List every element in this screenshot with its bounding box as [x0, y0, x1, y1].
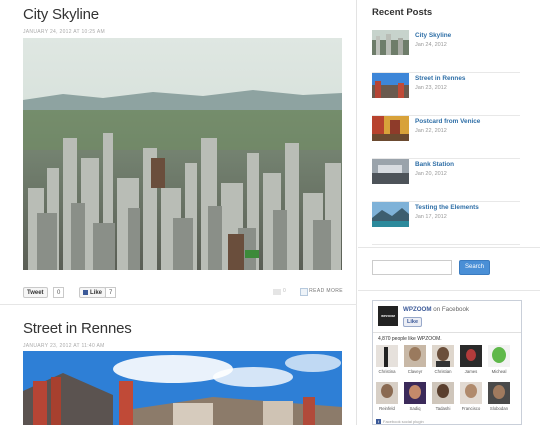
facebook-avatar[interactable] — [376, 382, 398, 404]
facebook-face-name[interactable]: Francisco — [458, 406, 484, 411]
page: City Skyline JANUARY 24, 2012 AT 10:25 A… — [0, 0, 540, 425]
sidebar: Recent Posts City Skyline Jan 24, 2012 S… — [358, 0, 540, 425]
facebook-separator — [373, 332, 521, 333]
facebook-avatar[interactable] — [404, 345, 426, 367]
recent-post-thumbnail[interactable] — [372, 116, 409, 141]
tweet-count: 0 — [53, 287, 65, 298]
facebook-like-box: WPZOOM WPZOOM on Facebook Like 4,870 peo… — [372, 300, 522, 425]
facebook-face-name[interactable]: Christian — [430, 369, 456, 374]
recent-post-date: Jan 22, 2012 — [415, 128, 447, 134]
facebook-avatar[interactable] — [488, 345, 510, 367]
recent-post-item[interactable]: Bank Station Jan 20, 2012 — [372, 159, 520, 202]
recent-post-title[interactable]: Testing the Elements — [415, 204, 479, 211]
like-count: 7 — [105, 287, 117, 298]
post: Street in Rennes JANUARY 23, 2012 AT 11:… — [23, 320, 343, 349]
recent-post-date: Jan 24, 2012 — [415, 42, 447, 48]
search-input[interactable] — [372, 260, 452, 275]
facebook-face-name[interactable]: Slobodan — [486, 406, 512, 411]
recent-post-title[interactable]: Bank Station — [415, 161, 454, 168]
recent-post-thumbnail[interactable] — [372, 30, 409, 55]
facebook-avatar[interactable] — [460, 345, 482, 367]
post-meta: JANUARY 24, 2012 AT 10:25 AM — [23, 29, 105, 35]
recent-post-thumbnail[interactable] — [372, 159, 409, 184]
recent-post-title[interactable]: Street in Rennes — [415, 75, 465, 82]
main-content: City Skyline JANUARY 24, 2012 AT 10:25 A… — [0, 0, 357, 425]
sidebar-divider — [358, 290, 540, 291]
facebook-avatar[interactable] — [432, 382, 454, 404]
comment-count: 0 — [283, 288, 286, 294]
facebook-like-button[interactable]: Like — [79, 287, 107, 298]
wpzoom-logo[interactable]: WPZOOM — [378, 306, 398, 326]
facebook-avatar[interactable] — [432, 345, 454, 367]
sidebar-divider — [358, 247, 540, 248]
facebook-avatar[interactable] — [460, 382, 482, 404]
facebook-face-name[interactable]: Sadiq — [402, 406, 428, 411]
facebook-suffix: on Facebook — [431, 306, 470, 313]
facebook-page-link[interactable]: WPZOOM — [403, 306, 432, 313]
facebook-face-name[interactable]: Micheal — [486, 369, 512, 374]
facebook-face-name[interactable]: Reinfeld — [374, 406, 400, 411]
post-divider — [0, 304, 357, 305]
read-more-link[interactable]: READ MORE — [309, 288, 343, 294]
facebook-icon: f — [376, 419, 381, 425]
facebook-face-name[interactable]: Tadashi — [430, 406, 456, 411]
facebook-face-name[interactable]: James — [458, 369, 484, 374]
post-meta: JANUARY 23, 2012 AT 11:40 AM — [23, 343, 105, 349]
recent-post-thumbnail[interactable] — [372, 73, 409, 98]
post-image-city-skyline[interactable] — [23, 38, 342, 270]
recent-posts-title: Recent Posts — [372, 7, 433, 18]
read-more-icon — [300, 288, 308, 296]
recent-post-item[interactable]: Postcard from Venice Jan 22, 2012 — [372, 116, 520, 159]
comment-icon[interactable] — [273, 289, 281, 295]
recent-post-thumbnail[interactable] — [372, 202, 409, 227]
share-bar: Tweet 0 Like 7 0 READ MORE — [23, 286, 343, 300]
facebook-face-name[interactable]: Christina — [374, 369, 400, 374]
recent-post-date: Jan 17, 2012 — [415, 214, 447, 220]
recent-post-date: Jan 23, 2012 — [415, 85, 447, 91]
facebook-like-count: 4,870 people like WPZOOM. — [378, 336, 442, 342]
facebook-page-like-button[interactable]: Like — [403, 317, 423, 327]
facebook-avatar[interactable] — [488, 382, 510, 404]
facebook-plugin-label: Facebook social plugin — [383, 419, 424, 424]
recent-post-item[interactable]: Testing the Elements Jan 17, 2012 — [372, 202, 520, 245]
facebook-page-name: WPZOOM on Facebook — [403, 306, 469, 313]
facebook-avatar[interactable] — [404, 382, 426, 404]
facebook-icon — [83, 289, 88, 295]
recent-post-item[interactable]: City Skyline Jan 24, 2012 — [372, 30, 520, 73]
post: City Skyline JANUARY 24, 2012 AT 10:25 A… — [23, 6, 343, 35]
post-image-street-in-rennes[interactable] — [23, 351, 342, 425]
facebook-like-label: Like — [90, 290, 103, 296]
recent-post-item[interactable]: Street in Rennes Jan 23, 2012 — [372, 73, 520, 116]
post-title[interactable]: City Skyline — [23, 6, 343, 23]
search-button[interactable]: Search — [459, 260, 490, 275]
recent-post-title[interactable]: Postcard from Venice — [415, 118, 480, 125]
tweet-button[interactable]: Tweet — [23, 287, 48, 298]
recent-post-date: Jan 20, 2012 — [415, 171, 447, 177]
recent-post-title[interactable]: City Skyline — [415, 32, 451, 39]
facebook-avatar[interactable] — [376, 345, 398, 367]
post-title[interactable]: Street in Rennes — [23, 320, 343, 337]
facebook-plugin-footer[interactable]: f Facebook social plugin — [376, 419, 424, 425]
facebook-face-name[interactable]: Claveyr — [402, 369, 428, 374]
